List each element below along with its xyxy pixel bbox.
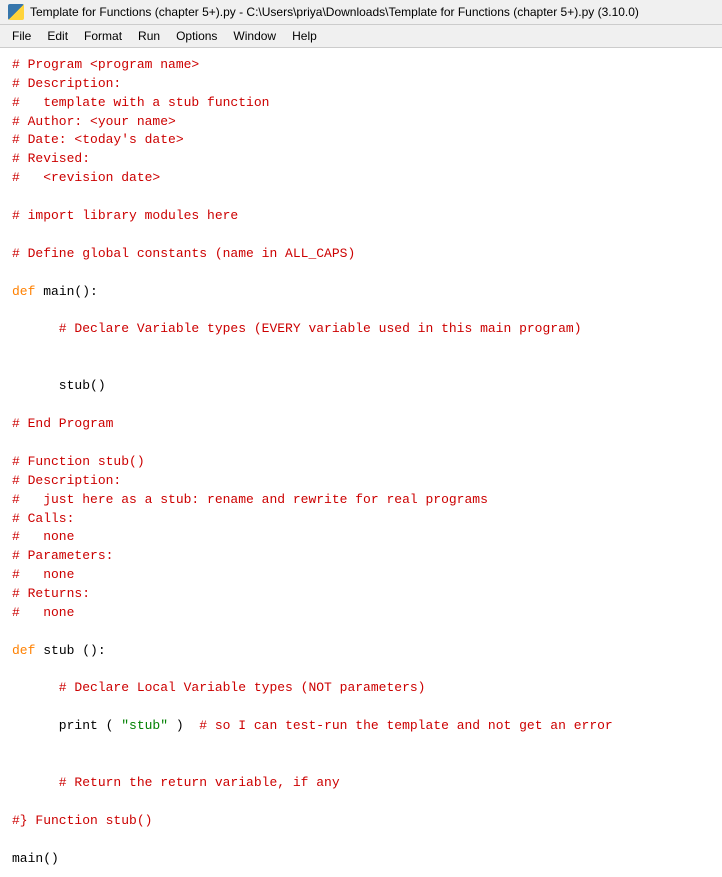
code-line bbox=[12, 831, 710, 850]
code-line: # Description: bbox=[12, 75, 710, 94]
code-line bbox=[12, 264, 710, 283]
code-line bbox=[12, 698, 710, 717]
code-line: # just here as a stub: rename and rewrit… bbox=[12, 491, 710, 510]
menu-edit[interactable]: Edit bbox=[39, 27, 76, 45]
window-title: Template for Functions (chapter 5+).py -… bbox=[30, 5, 639, 19]
code-line bbox=[12, 793, 710, 812]
python-icon bbox=[8, 4, 24, 20]
menu-help[interactable]: Help bbox=[284, 27, 325, 45]
menu-file[interactable]: File bbox=[4, 27, 39, 45]
menu-run[interactable]: Run bbox=[130, 27, 168, 45]
code-line: # Calls: bbox=[12, 510, 710, 529]
code-line: # End Program bbox=[12, 415, 710, 434]
code-line: # none bbox=[12, 604, 710, 623]
code-line: # Define global constants (name in ALL_C… bbox=[12, 245, 710, 264]
code-line bbox=[12, 755, 710, 774]
code-line: def main(): bbox=[12, 283, 710, 302]
code-line bbox=[12, 623, 710, 642]
code-line bbox=[12, 396, 710, 415]
code-line: # Returns: bbox=[12, 585, 710, 604]
code-line: # Revised: bbox=[12, 150, 710, 169]
menu-window[interactable]: Window bbox=[225, 27, 284, 45]
title-bar: Template for Functions (chapter 5+).py -… bbox=[0, 0, 722, 25]
code-line bbox=[12, 301, 710, 320]
code-line: # Return the return variable, if any bbox=[12, 774, 710, 793]
code-line: # template with a stub function bbox=[12, 94, 710, 113]
code-line: # Parameters: bbox=[12, 547, 710, 566]
code-line: # Function stub() bbox=[12, 453, 710, 472]
code-line: # Author: <your name> bbox=[12, 113, 710, 132]
code-line: main() bbox=[12, 850, 710, 869]
code-line: #} Function stub() bbox=[12, 812, 710, 831]
code-line: # <revision date> bbox=[12, 169, 710, 188]
code-line bbox=[12, 188, 710, 207]
code-line: # import library modules here bbox=[12, 207, 710, 226]
code-line: stub() bbox=[12, 377, 710, 396]
menu-bar: File Edit Format Run Options Window Help bbox=[0, 25, 722, 48]
code-line bbox=[12, 434, 710, 453]
code-line: # Declare Local Variable types (NOT para… bbox=[12, 679, 710, 698]
code-line: # Description: bbox=[12, 472, 710, 491]
code-line: # Date: <today's date> bbox=[12, 131, 710, 150]
menu-format[interactable]: Format bbox=[76, 27, 130, 45]
editor-area[interactable]: # Program <program name># Description:# … bbox=[0, 48, 722, 877]
code-line: # Declare Variable types (EVERY variable… bbox=[12, 320, 710, 339]
code-line bbox=[12, 736, 710, 755]
code-line: # Program <program name> bbox=[12, 56, 710, 75]
code-line bbox=[12, 660, 710, 679]
code-line: # none bbox=[12, 528, 710, 547]
code-line: def stub (): bbox=[12, 642, 710, 661]
menu-options[interactable]: Options bbox=[168, 27, 225, 45]
code-line bbox=[12, 226, 710, 245]
code-line bbox=[12, 339, 710, 358]
code-line: # none bbox=[12, 566, 710, 585]
code-line: print ( "stub" ) # so I can test-run the… bbox=[12, 717, 710, 736]
code-line bbox=[12, 358, 710, 377]
